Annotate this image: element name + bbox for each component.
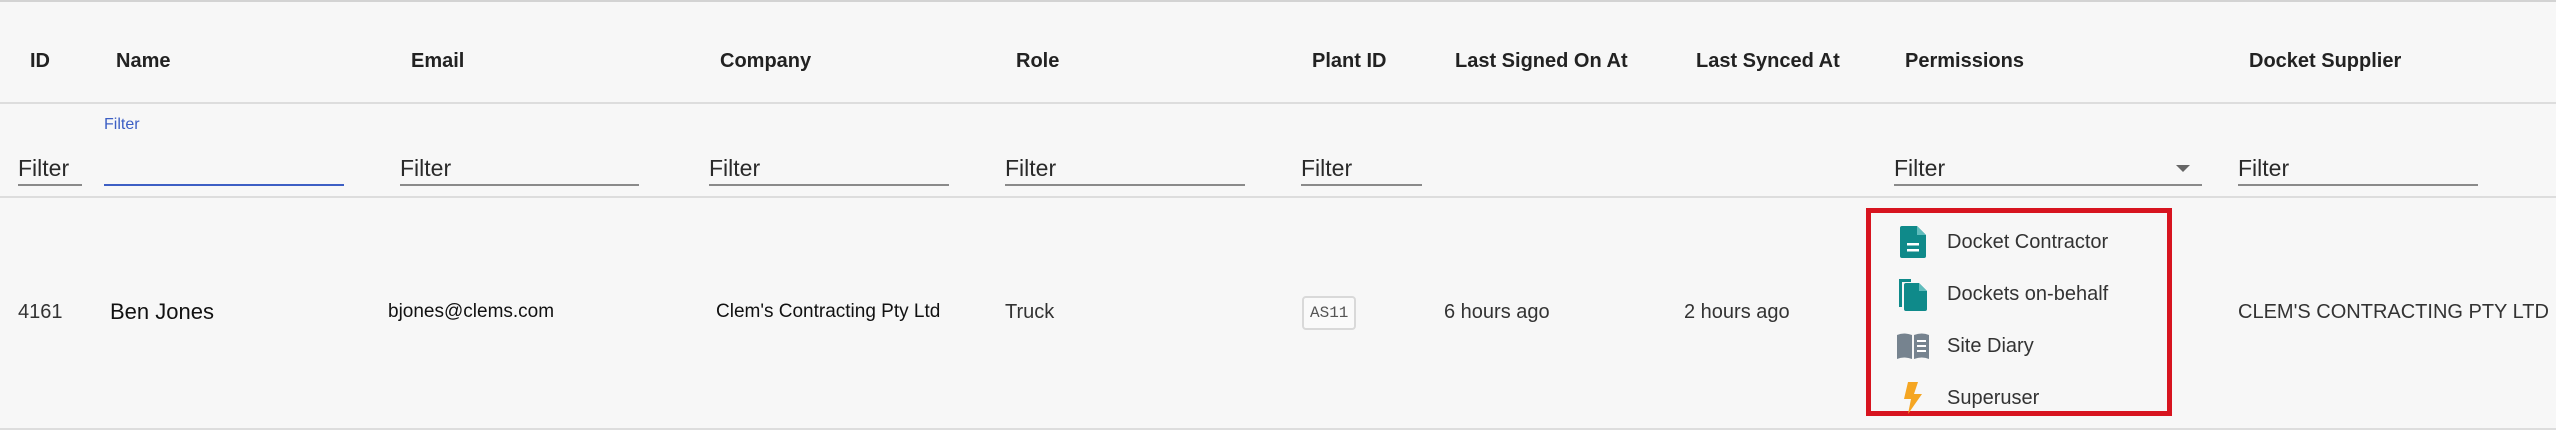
column-header-name[interactable]: Name [116, 2, 170, 102]
column-header-last-synced[interactable]: Last Synced At [1696, 2, 1840, 102]
permission-site-diary: Site Diary [1896, 329, 2034, 363]
table-header-row: ID Name Email Company Role Plant ID Last… [0, 2, 2556, 104]
permission-label: Dockets on-behalf [1947, 282, 2109, 305]
filter-name-input[interactable] [104, 152, 344, 186]
plant-id-badge: AS11 [1302, 295, 1357, 330]
permission-superuser: Superuser [1896, 381, 2039, 415]
filter-permissions-select[interactable] [1894, 104, 2202, 196]
filter-plant-id-input[interactable] [1301, 152, 1422, 186]
cell-role: Truck [1005, 301, 1055, 323]
column-header-email[interactable]: Email [411, 2, 464, 102]
filter-email-input[interactable] [400, 152, 639, 186]
permission-label: Superuser [1947, 386, 2040, 409]
column-header-role[interactable]: Role [1016, 2, 1059, 102]
filter-row: Filter [0, 104, 2556, 198]
copy-docket-icon [1896, 277, 1930, 311]
permission-docket-contractor: Docket Contractor [1896, 225, 2108, 259]
filter-name: Filter [104, 104, 344, 196]
cell-last-synced: 2 hours ago [1684, 301, 1790, 323]
permission-label: Docket Contractor [1947, 230, 2109, 253]
permission-dockets-on-behalf: Dockets on-behalf [1896, 277, 2108, 311]
filter-id-input[interactable] [18, 152, 82, 186]
filter-company-input[interactable] [709, 152, 949, 186]
table-row[interactable]: 4161 Ben Jones bjones@clems.com Clem's C… [0, 198, 2556, 430]
cell-company: Clem's Contracting Pty Ltd [716, 301, 941, 322]
column-header-docket-supplier[interactable]: Docket Supplier [2249, 2, 2401, 102]
column-header-plant-id[interactable]: Plant ID [1312, 2, 1386, 102]
users-table: ID Name Email Company Role Plant ID Last… [0, 0, 2556, 430]
permission-label: Site Diary [1947, 334, 2034, 357]
cell-plant-id: AS11 [1302, 198, 1357, 428]
lightning-icon [1896, 381, 1930, 415]
filter-role [1005, 104, 1245, 196]
column-header-last-signed-on[interactable]: Last Signed On At [1455, 2, 1628, 102]
column-header-id[interactable]: ID [30, 2, 50, 102]
filter-role-input[interactable] [1005, 152, 1245, 186]
filter-docket-supplier-input[interactable] [2238, 152, 2478, 186]
cell-email: bjones@clems.com [388, 301, 555, 322]
filter-id [18, 104, 82, 196]
filter-plant-id [1301, 104, 1422, 196]
filter-docket-supplier [2238, 104, 2478, 196]
cell-id: 4161 [18, 301, 63, 323]
permissions-highlight-box: Docket Contractor Dockets on-behalf Site… [1866, 208, 2172, 416]
column-header-permissions[interactable]: Permissions [1905, 2, 2024, 102]
dropdown-arrow-icon[interactable] [2176, 165, 2190, 172]
docket-icon [1896, 225, 1930, 259]
cell-docket-supplier: CLEM'S CONTRACTING PTY LTD [2238, 301, 2549, 323]
column-header-company[interactable]: Company [720, 2, 811, 102]
filter-company [709, 104, 949, 196]
cell-name: Ben Jones [110, 299, 214, 324]
book-icon [1896, 329, 1930, 363]
filter-name-floating-label: Filter [104, 116, 140, 133]
filter-permissions-input[interactable] [1894, 152, 2202, 186]
cell-last-signed-on: 6 hours ago [1444, 301, 1550, 323]
filter-email [400, 104, 639, 196]
